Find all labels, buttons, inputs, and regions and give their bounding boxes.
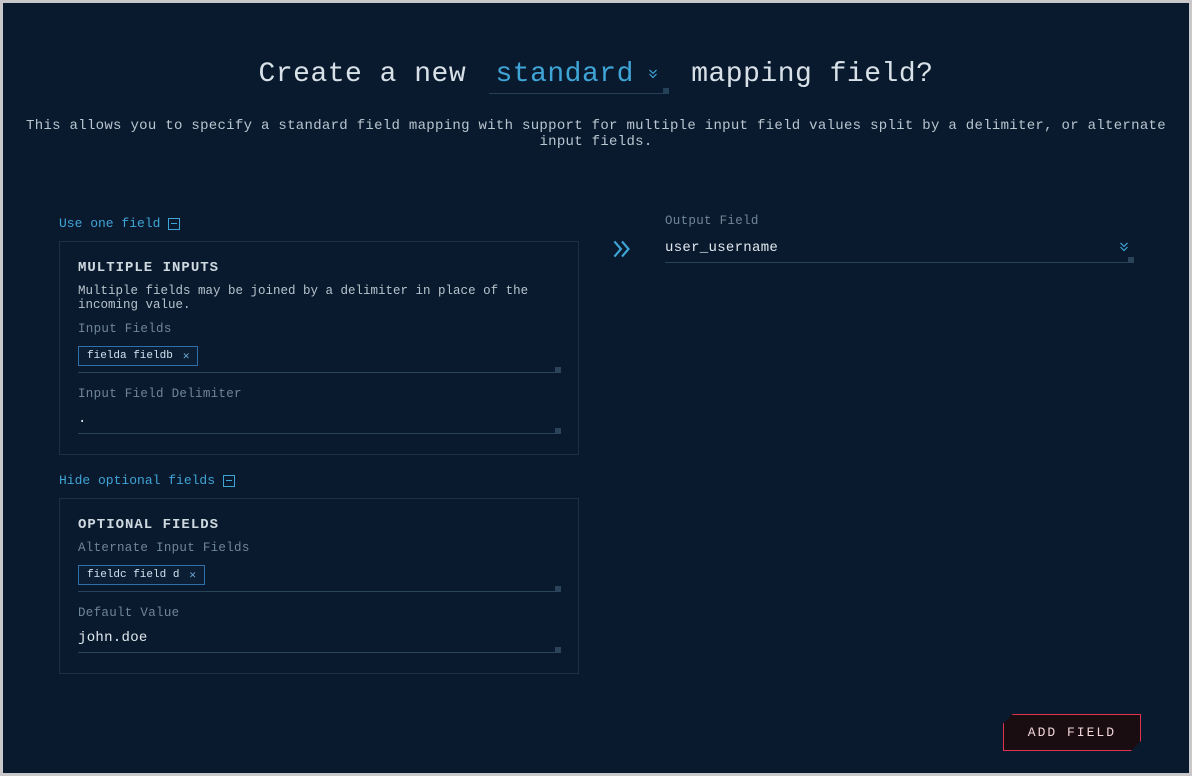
alt-fields-chip[interactable]: fieldc field d ✕ <box>78 565 205 585</box>
mapping-type-value: standard <box>495 59 633 90</box>
collapse-icon <box>168 218 180 230</box>
input-fields-label: Input Fields <box>78 322 560 336</box>
input-fields-input[interactable]: fielda fieldb ✕ <box>78 342 560 373</box>
use-one-field-label: Use one field <box>59 216 160 231</box>
add-field-button[interactable]: ADD FIELD <box>1003 714 1141 751</box>
title-pre: Create a new <box>259 59 484 90</box>
input-column: Use one field MULTIPLE INPUTS Multiple f… <box>59 214 579 674</box>
title-post: mapping field? <box>691 59 933 90</box>
optional-fields-panel: OPTIONAL FIELDS Alternate Input Fields f… <box>59 498 579 674</box>
chevron-down-icon <box>644 65 662 83</box>
collapse-icon <box>223 475 235 487</box>
dialog-title: Create a new standard mapping field? <box>3 3 1189 94</box>
optional-fields-heading: OPTIONAL FIELDS <box>78 517 560 533</box>
default-value-input[interactable] <box>78 630 560 646</box>
default-value-input-row[interactable] <box>78 626 560 653</box>
delimiter-label: Input Field Delimiter <box>78 387 560 401</box>
alt-fields-input[interactable]: fieldc field d ✕ <box>78 561 560 592</box>
dialog-frame: Create a new standard mapping field? Thi… <box>3 3 1189 773</box>
content-area: Use one field MULTIPLE INPUTS Multiple f… <box>3 150 1189 674</box>
chip-text: fieldc field d <box>87 569 179 581</box>
default-value-label: Default Value <box>78 606 560 620</box>
delimiter-input[interactable] <box>78 411 560 427</box>
output-column: Output Field user_username <box>665 214 1133 263</box>
chip-text: fielda fieldb <box>87 350 173 362</box>
dialog-subtitle: This allows you to specify a standard fi… <box>3 94 1189 150</box>
output-field-value: user_username <box>665 240 1117 256</box>
chevron-down-icon <box>1117 240 1133 256</box>
use-one-field-toggle[interactable]: Use one field <box>59 216 180 231</box>
output-field-select[interactable]: user_username <box>665 234 1133 263</box>
arrow-right-icon <box>603 214 641 262</box>
close-icon[interactable]: ✕ <box>189 568 196 582</box>
mapping-type-select[interactable]: standard <box>489 59 667 94</box>
hide-optional-toggle[interactable]: Hide optional fields <box>59 473 235 488</box>
alt-fields-label: Alternate Input Fields <box>78 541 560 555</box>
hide-optional-label: Hide optional fields <box>59 473 215 488</box>
delimiter-input-row[interactable] <box>78 407 560 434</box>
multiple-inputs-desc: Multiple fields may be joined by a delim… <box>78 284 560 312</box>
multiple-inputs-panel: MULTIPLE INPUTS Multiple fields may be j… <box>59 241 579 455</box>
input-fields-chip[interactable]: fielda fieldb ✕ <box>78 346 198 366</box>
close-icon[interactable]: ✕ <box>183 349 190 363</box>
multiple-inputs-heading: MULTIPLE INPUTS <box>78 260 560 276</box>
output-field-label: Output Field <box>665 214 1133 228</box>
